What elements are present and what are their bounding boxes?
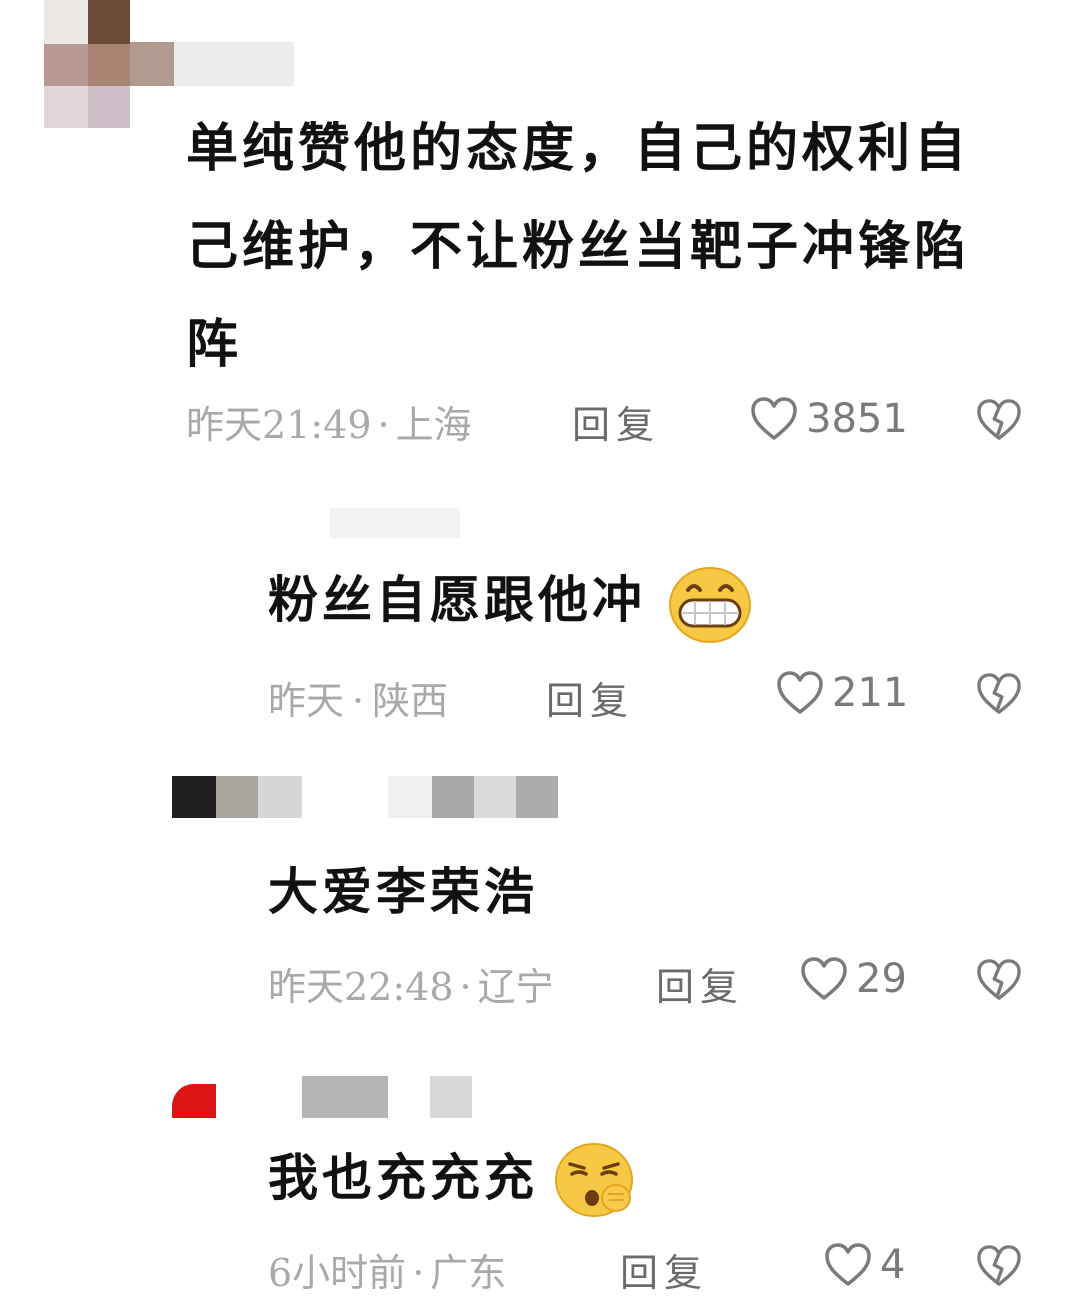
comment-meta: 昨天21:49 · 上海 bbox=[186, 394, 472, 449]
broken-heart-icon[interactable] bbox=[976, 672, 1022, 716]
like-button[interactable]: 3851 bbox=[750, 394, 908, 444]
meta-separator: · bbox=[377, 403, 390, 447]
like-count: 211 bbox=[832, 670, 909, 716]
avatar[interactable] bbox=[172, 776, 258, 818]
comment-time: 昨天22:48 bbox=[268, 965, 454, 1009]
comment-meta: 6小时前 · 广东 bbox=[268, 1242, 506, 1297]
like-count: 29 bbox=[856, 956, 907, 1002]
username[interactable] bbox=[258, 776, 302, 818]
heart-outline-icon bbox=[776, 670, 824, 716]
username[interactable] bbox=[130, 42, 174, 86]
comment-text: 我也充充充 bbox=[268, 1148, 538, 1207]
username-blur bbox=[432, 776, 474, 818]
avatar[interactable] bbox=[172, 1066, 216, 1118]
heart-outline-icon bbox=[800, 956, 848, 1002]
comment-time: 昨天21:49 bbox=[186, 403, 372, 447]
like-button[interactable]: 211 bbox=[776, 668, 908, 718]
comment-location: 上海 bbox=[395, 403, 472, 447]
reply-button[interactable]: 回复 bbox=[620, 1242, 708, 1297]
like-count: 4 bbox=[880, 1242, 906, 1288]
username-blur bbox=[474, 776, 516, 818]
heart-outline-icon bbox=[750, 396, 798, 442]
comment-time: 6小时前 bbox=[268, 1251, 407, 1295]
comment-text: 单纯赞他的态度，自己的权利自 己维护，不让粉丝当靶子冲锋陷 阵 bbox=[186, 100, 970, 394]
broken-heart-icon[interactable] bbox=[976, 958, 1022, 1002]
comment-meta: 昨天22:48 · 辽宁 bbox=[268, 956, 554, 1011]
reply-button[interactable]: 回复 bbox=[572, 394, 660, 449]
comment-text-line: 阵 bbox=[186, 314, 243, 375]
username[interactable] bbox=[330, 508, 460, 538]
broken-heart-icon[interactable] bbox=[976, 398, 1022, 442]
username-blur bbox=[516, 776, 558, 818]
comment-time: 昨天 bbox=[268, 679, 345, 723]
reply-button[interactable]: 回复 bbox=[546, 670, 634, 725]
username-blur bbox=[430, 1076, 472, 1118]
like-button[interactable]: 4 bbox=[824, 1240, 905, 1290]
username[interactable] bbox=[302, 1076, 388, 1118]
comment-location: 陕西 bbox=[372, 679, 449, 723]
comment-location: 辽宁 bbox=[477, 965, 554, 1009]
comment-text: 大爱李荣浩 bbox=[268, 862, 538, 921]
meta-separator: · bbox=[412, 1251, 425, 1295]
avatar[interactable] bbox=[44, 0, 130, 128]
grinning-face-emoji bbox=[668, 566, 752, 648]
like-button[interactable]: 29 bbox=[800, 954, 907, 1004]
broken-heart-icon[interactable] bbox=[976, 1244, 1022, 1288]
username-blur bbox=[388, 776, 432, 818]
like-count: 3851 bbox=[806, 396, 908, 442]
meta-separator: · bbox=[459, 965, 472, 1009]
username-blur bbox=[174, 42, 294, 86]
comment-location: 广东 bbox=[430, 1251, 507, 1295]
heart-outline-icon bbox=[824, 1242, 872, 1288]
comment-text-line: 单纯赞他的态度，自己的权利自 bbox=[186, 118, 971, 179]
shushing-face-emoji bbox=[554, 1142, 638, 1226]
comment-meta: 昨天 · 陕西 bbox=[268, 670, 448, 725]
comment-text: 粉丝自愿跟他冲 bbox=[268, 570, 646, 629]
reply-button[interactable]: 回复 bbox=[656, 956, 744, 1011]
comment-text-line: 己维护，不让粉丝当靶子冲锋陷 bbox=[186, 216, 971, 277]
meta-separator: · bbox=[352, 679, 365, 723]
